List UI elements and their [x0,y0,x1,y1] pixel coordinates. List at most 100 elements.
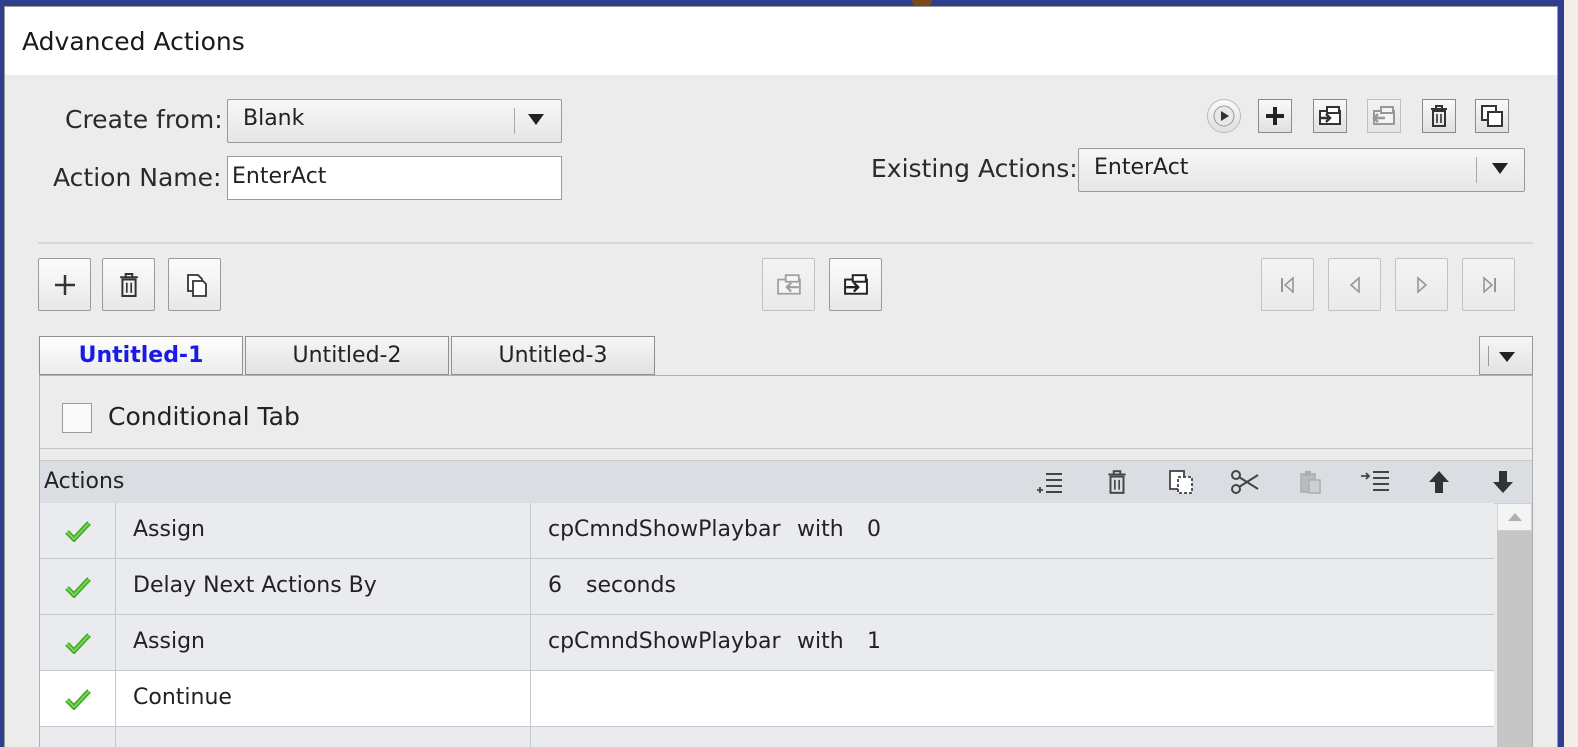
first-tab-button[interactable] [1261,258,1314,311]
copy-action-button[interactable] [1164,465,1198,499]
add-tab-button[interactable] [38,258,91,311]
arrow-down-icon [1493,471,1513,493]
last-tab-button[interactable] [1462,258,1515,311]
first-icon [1280,275,1294,294]
move-down-button[interactable] [1486,465,1520,499]
insert-after-icon [1361,471,1389,491]
conditional-tab-checkbox[interactable] [62,403,92,433]
status-cell [40,671,116,726]
status-cell [40,727,116,747]
action-cell[interactable]: Assign [116,615,531,670]
status-cell [40,503,116,558]
params-cell[interactable] [531,671,1494,726]
check-icon [64,688,91,710]
arrow-up-icon [1429,471,1449,493]
play-icon [1213,105,1235,127]
action-name-label: Action Name: [53,163,222,192]
action-type: Continue [133,685,232,710]
params-cell[interactable] [531,727,1494,747]
action-operator: with [797,517,844,542]
params-cell[interactable]: cpCmndShowPlaybar with 0 [531,503,1494,558]
cut-action-button[interactable] [1228,465,1262,499]
scissors-icon [1231,470,1259,494]
params-cell[interactable]: cpCmndShowPlaybar with 1 [531,615,1494,670]
action-cell[interactable]: Assign [116,503,531,558]
previous-tab-button[interactable] [1328,258,1381,311]
combo-separator [514,108,515,134]
combo-separator [1476,157,1477,183]
tab-list-menu[interactable] [1479,336,1533,375]
next-icon [1416,275,1427,294]
panel-divider [40,448,1532,449]
preview-button[interactable] [1207,99,1241,133]
export-tab-button[interactable] [829,258,882,311]
trash-icon [1108,470,1126,494]
delete-action-row-button[interactable] [1100,465,1134,499]
window-title: Advanced Actions [22,27,245,56]
title-bar: Advanced Actions [5,7,1557,75]
check-icon [64,520,91,542]
table-row[interactable] [40,727,1494,747]
import-tab-button[interactable] [762,258,815,311]
conditional-tab-label: Conditional Tab [108,402,300,431]
previous-icon [1349,275,1360,294]
delete-action-button[interactable] [1422,99,1456,133]
table-row[interactable]: Assign cpCmndShowPlaybar with 1 [40,615,1494,671]
status-cell [40,615,116,670]
action-value[interactable]: 1 [867,629,881,654]
combo-separator [1488,346,1489,366]
action-type: Delay Next Actions By [133,573,377,598]
action-target[interactable]: cpCmndShowPlaybar [548,629,781,654]
duplicate-action-button[interactable] [1475,99,1509,133]
existing-actions-select[interactable]: EnterAct [1078,148,1525,192]
move-up-button[interactable] [1422,465,1456,499]
advanced-actions-dialog: Advanced Actions Create from: Blank Acti… [4,6,1558,747]
action-cell[interactable]: Delay Next Actions By [116,559,531,614]
last-icon [1482,275,1496,294]
copy-icon [1169,470,1193,494]
existing-actions-value: EnterAct [1094,155,1189,180]
copy-tab-icon [186,273,207,297]
insert-action-button[interactable] [1032,465,1066,499]
indent-action-button[interactable] [1358,465,1392,499]
scroll-up-button[interactable] [1497,503,1532,531]
create-from-value: Blank [243,106,305,131]
import-icon [1319,106,1341,125]
export-action-button[interactable] [1367,99,1401,133]
action-name-field[interactable]: EnterAct [227,156,562,200]
action-target[interactable]: cpCmndShowPlaybar [548,517,781,542]
action-cell[interactable] [116,727,531,747]
action-value[interactable]: 0 [867,517,881,542]
plus-icon [1266,107,1284,125]
table-row[interactable]: Delay Next Actions By 6 seconds [40,559,1494,615]
delete-tab-button[interactable] [102,258,155,311]
new-action-button[interactable] [1258,99,1292,133]
duplicate-icon [1481,105,1503,127]
status-cell [40,559,116,614]
table-row[interactable]: Assign cpCmndShowPlaybar with 0 [40,503,1494,559]
action-cell[interactable]: Continue [116,671,531,726]
tab-untitled-2[interactable]: Untitled-2 [245,336,449,375]
import-action-button[interactable] [1313,99,1347,133]
params-cell[interactable]: 6 seconds [531,559,1494,614]
paste-icon [1300,471,1321,494]
export-icon [843,273,868,295]
paste-action-button[interactable] [1293,465,1327,499]
chevron-down-icon [528,114,544,125]
check-icon [64,576,91,598]
action-type: Assign [133,629,205,654]
insert-row-icon [1037,473,1062,493]
tab-untitled-3[interactable]: Untitled-3 [451,336,655,375]
action-type: Assign [133,517,205,542]
create-from-select[interactable]: Blank [227,99,562,143]
actions-scrollbar[interactable] [1497,503,1532,747]
tab-untitled-1[interactable]: Untitled-1 [39,336,243,375]
create-from-label: Create from: [65,105,223,134]
delay-value[interactable]: 6 [548,573,562,598]
next-tab-button[interactable] [1395,258,1448,311]
chevron-down-icon [1499,352,1515,362]
duplicate-tab-button[interactable] [168,258,221,311]
plus-icon [54,274,75,295]
table-row[interactable]: Continue [40,671,1494,727]
check-icon [64,632,91,654]
